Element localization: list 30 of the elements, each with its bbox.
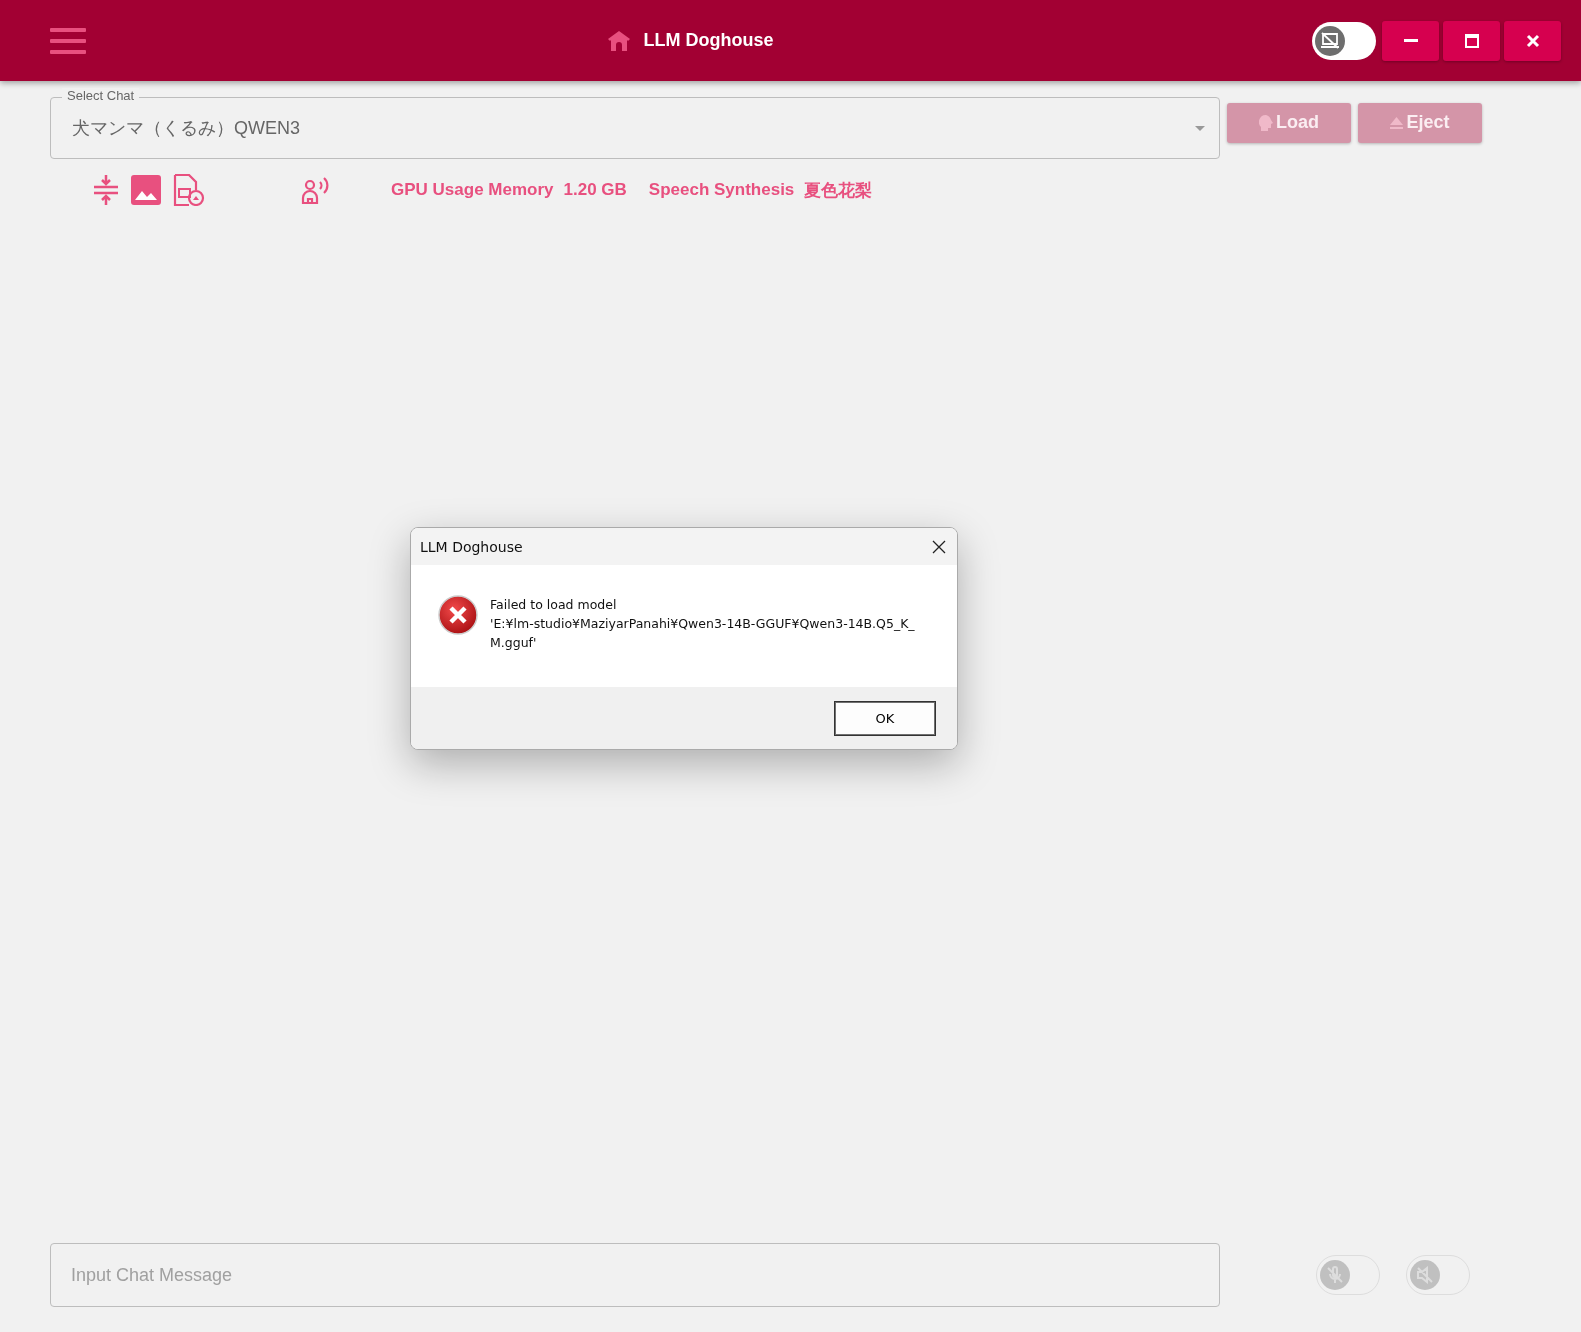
maximize-button[interactable] <box>1443 20 1500 61</box>
select-value: 犬マンマ（くるみ）QWEN3 <box>72 117 301 140</box>
close-icon <box>1525 33 1540 48</box>
dog-house-icon <box>607 30 630 51</box>
close-button[interactable] <box>1504 20 1561 61</box>
chat-input-field[interactable]: Input Chat Message <box>50 1243 1220 1307</box>
head-icon <box>1259 114 1273 131</box>
mic-off-icon <box>1326 1266 1344 1284</box>
image-icon[interactable] <box>131 175 161 205</box>
status-label: Speech Synthesis <box>648 180 795 200</box>
menu-icon[interactable] <box>50 27 86 54</box>
error-icon <box>438 595 478 635</box>
screen-off-icon <box>1320 31 1340 50</box>
app-title: LLM Doghouse <box>643 30 774 51</box>
dialog-title: LLM Doghouse <box>420 538 523 555</box>
maximize-icon <box>1464 33 1479 48</box>
display-toggle[interactable] <box>1312 21 1376 60</box>
close-icon <box>932 539 946 554</box>
status-label: GPU Usage Memory <box>391 180 554 200</box>
eject-icon <box>1390 116 1404 129</box>
compress-icon[interactable] <box>93 174 119 206</box>
file-image-icon[interactable] <box>173 174 205 206</box>
error-message: Failed to load model 'E:¥lm-studio¥MaziyarPanahi¥Qwen3-14B-GGUF¥Qwen3-14B.Q5_K_ M.gguf' <box>490 596 915 652</box>
dropdown-caret-icon <box>1195 125 1205 131</box>
status-value: 1.20 GB <box>563 180 627 200</box>
speaker-off-icon <box>1416 1266 1434 1284</box>
minimize-icon <box>1403 39 1418 42</box>
status-value: 夏色花梨 <box>804 179 873 202</box>
ok-button[interactable]: OK <box>835 701 935 735</box>
voice-person-icon[interactable] <box>301 175 331 205</box>
